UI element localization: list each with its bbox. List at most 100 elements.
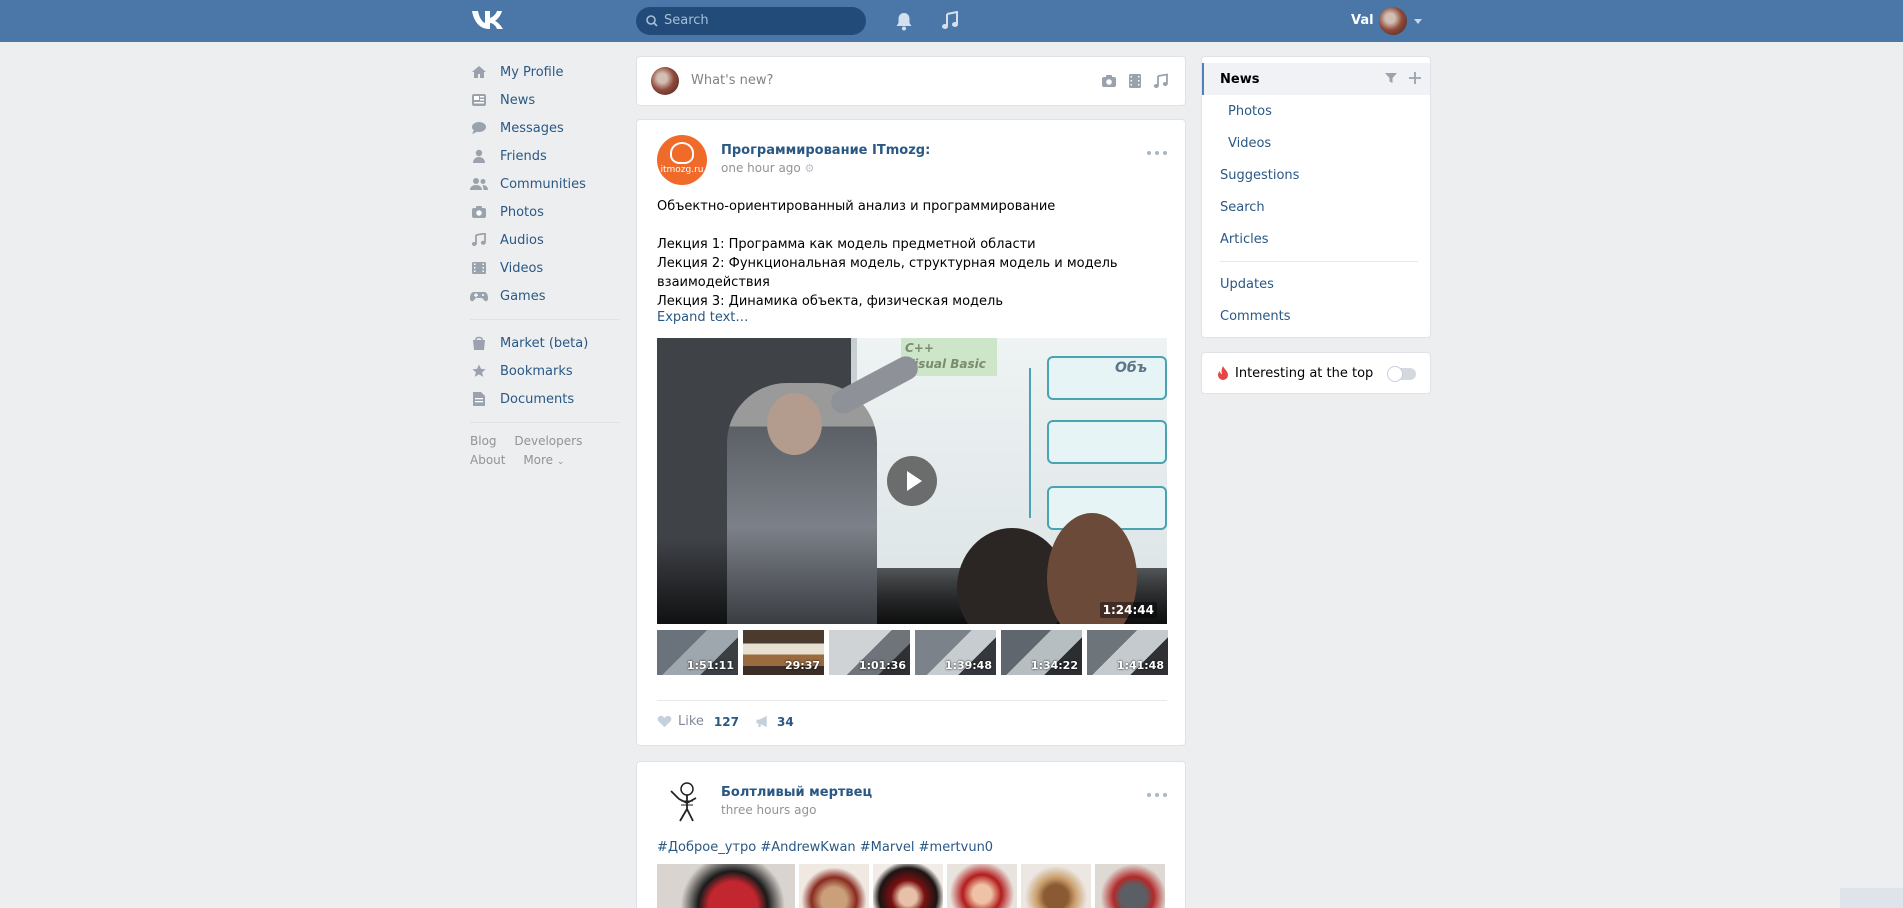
people-icon <box>470 176 488 192</box>
video-player[interactable]: C++ Visual Basic Объ 1:24:44 <box>657 338 1167 624</box>
chevron-down-icon <box>1414 19 1422 24</box>
filter-item-search[interactable]: Search <box>1202 191 1430 223</box>
sidebar-item-my-profile[interactable]: My Profile <box>470 58 620 86</box>
group-avatar[interactable] <box>657 777 707 827</box>
post-hashtags[interactable]: #Доброе_утро #AndrewKwan #Marvel #mertvu… <box>657 840 993 855</box>
filter-item-label: Comments <box>1220 308 1291 324</box>
bag-icon <box>470 335 488 351</box>
post-text: Объектно-ориентированный анализ и програ… <box>657 197 1167 311</box>
play-icon[interactable] <box>887 456 937 506</box>
post-image[interactable] <box>1095 864 1165 908</box>
footer-link-developers[interactable]: Developers <box>514 434 582 448</box>
gear-icon: ⚙ <box>804 162 815 175</box>
sidebar-item-communities[interactable]: Communities <box>470 170 620 198</box>
video-thumbnail[interactable]: 29:37 <box>743 630 824 675</box>
sidebar-item-games[interactable]: Games <box>470 282 620 310</box>
filter-item-comments[interactable]: Comments <box>1202 300 1430 332</box>
chat-corner-widget[interactable] <box>1840 888 1903 908</box>
composer-tools <box>1101 73 1169 89</box>
sidebar-item-label: Market (beta) <box>500 335 589 351</box>
filter-item-videos[interactable]: Videos <box>1202 127 1430 159</box>
video-thumbnail[interactable]: 1:01:36 <box>829 630 910 675</box>
post-image[interactable] <box>657 864 795 908</box>
expand-text-link[interactable]: Expand text… <box>657 310 748 325</box>
post-images <box>657 864 1165 908</box>
post-image[interactable] <box>873 864 943 908</box>
music-note-icon[interactable] <box>941 11 959 31</box>
news-icon <box>470 92 488 108</box>
gamepad-icon <box>470 288 488 304</box>
like-button[interactable]: Like 127 <box>657 714 739 729</box>
filter-icon[interactable] <box>1384 71 1398 85</box>
post-text-line: Объектно-ориентированный анализ и програ… <box>657 199 1056 214</box>
star-icon <box>470 363 488 379</box>
post-image[interactable] <box>799 864 869 908</box>
sidebar-divider <box>470 422 620 423</box>
plus-icon[interactable] <box>1408 71 1422 85</box>
filter-item-articles[interactable]: Articles <box>1202 223 1430 255</box>
footer-link-blog[interactable]: Blog <box>470 434 497 448</box>
post-time[interactable]: one hour ago ⚙ <box>721 161 814 175</box>
sidebar-item-market[interactable]: Market (beta) <box>470 329 620 357</box>
video-thumbnail[interactable]: 1:34:22 <box>1001 630 1082 675</box>
film-icon <box>470 260 488 276</box>
sidebar-item-audios[interactable]: Audios <box>470 226 620 254</box>
avatar-text: itmozg.ru <box>660 165 704 175</box>
interesting-toggle[interactable] <box>1387 366 1416 382</box>
post-time[interactable]: three hours ago <box>721 803 816 817</box>
filter-item-news[interactable]: News <box>1202 63 1430 95</box>
video-thumbnail[interactable]: 1:39:48 <box>915 630 996 675</box>
feed-post: itmozg.ru Программирование ITmozg: one h… <box>636 119 1186 746</box>
sidebar-item-news[interactable]: News <box>470 86 620 114</box>
camera-icon <box>470 204 488 220</box>
footer-link-more-label: More <box>523 453 554 467</box>
whiteboard-box <box>1047 356 1167 400</box>
filter-item-suggestions[interactable]: Suggestions <box>1202 159 1430 191</box>
share-button[interactable]: 34 <box>755 715 794 729</box>
bell-icon[interactable] <box>895 11 913 31</box>
post-image[interactable] <box>1021 864 1091 908</box>
film-icon[interactable] <box>1127 73 1143 89</box>
video-thumbnail[interactable]: 1:41:48 <box>1087 630 1168 675</box>
sidebar-item-bookmarks[interactable]: Bookmarks <box>470 357 620 385</box>
heart-icon <box>657 715 672 728</box>
video-thumbnail[interactable]: 1:51:11 <box>657 630 738 675</box>
sidebar-item-label: Videos <box>500 260 544 276</box>
sidebar-item-photos[interactable]: Photos <box>470 198 620 226</box>
footer-link-more[interactable]: More ⌄ <box>523 453 564 467</box>
thumbnail-duration: 1:39:48 <box>944 659 992 672</box>
filter-item-label: News <box>1220 71 1260 87</box>
whiteboard-text-1: C++ <box>905 341 934 355</box>
post-text-line <box>657 216 1167 235</box>
fire-icon <box>1218 366 1228 380</box>
sidebar-item-videos[interactable]: Videos <box>470 254 620 282</box>
document-icon <box>470 391 488 407</box>
filter-tools <box>1384 71 1422 85</box>
sidebar-item-label: Friends <box>500 148 547 164</box>
post-image[interactable] <box>947 864 1017 908</box>
sidebar-item-messages[interactable]: Messages <box>470 114 620 142</box>
filter-item-updates[interactable]: Updates <box>1202 268 1430 300</box>
vk-logo[interactable] <box>470 9 506 31</box>
sidebar-item-friends[interactable]: Friends <box>470 142 620 170</box>
thumbnail-duration: 29:37 <box>784 659 820 672</box>
post-author[interactable]: Болтливый мертвец <box>721 785 872 800</box>
group-avatar[interactable]: itmozg.ru <box>657 135 707 185</box>
footer-link-about[interactable]: About <box>470 453 505 467</box>
avatar <box>651 67 679 95</box>
music-icon[interactable] <box>1153 73 1169 89</box>
more-options-button[interactable] <box>1147 151 1167 155</box>
more-options-button[interactable] <box>1147 793 1167 797</box>
interesting-toggle-card: Interesting at the top <box>1201 352 1431 394</box>
person-icon <box>470 148 488 164</box>
filter-item-photos[interactable]: Photos <box>1202 95 1430 127</box>
search-placeholder: Search <box>664 13 709 28</box>
post-composer[interactable]: What's new? <box>636 56 1186 106</box>
chevron-down-icon: ⌄ <box>556 457 565 467</box>
post-author[interactable]: Программирование ITmozg: <box>721 143 930 158</box>
sidebar-item-documents[interactable]: Documents <box>470 385 620 413</box>
post-text-line: Лекция 1: Программа как модель предметно… <box>657 237 1036 252</box>
camera-icon[interactable] <box>1101 73 1117 89</box>
thumbnail-duration: 1:34:22 <box>1030 659 1078 672</box>
search-input[interactable]: Search <box>636 7 866 35</box>
